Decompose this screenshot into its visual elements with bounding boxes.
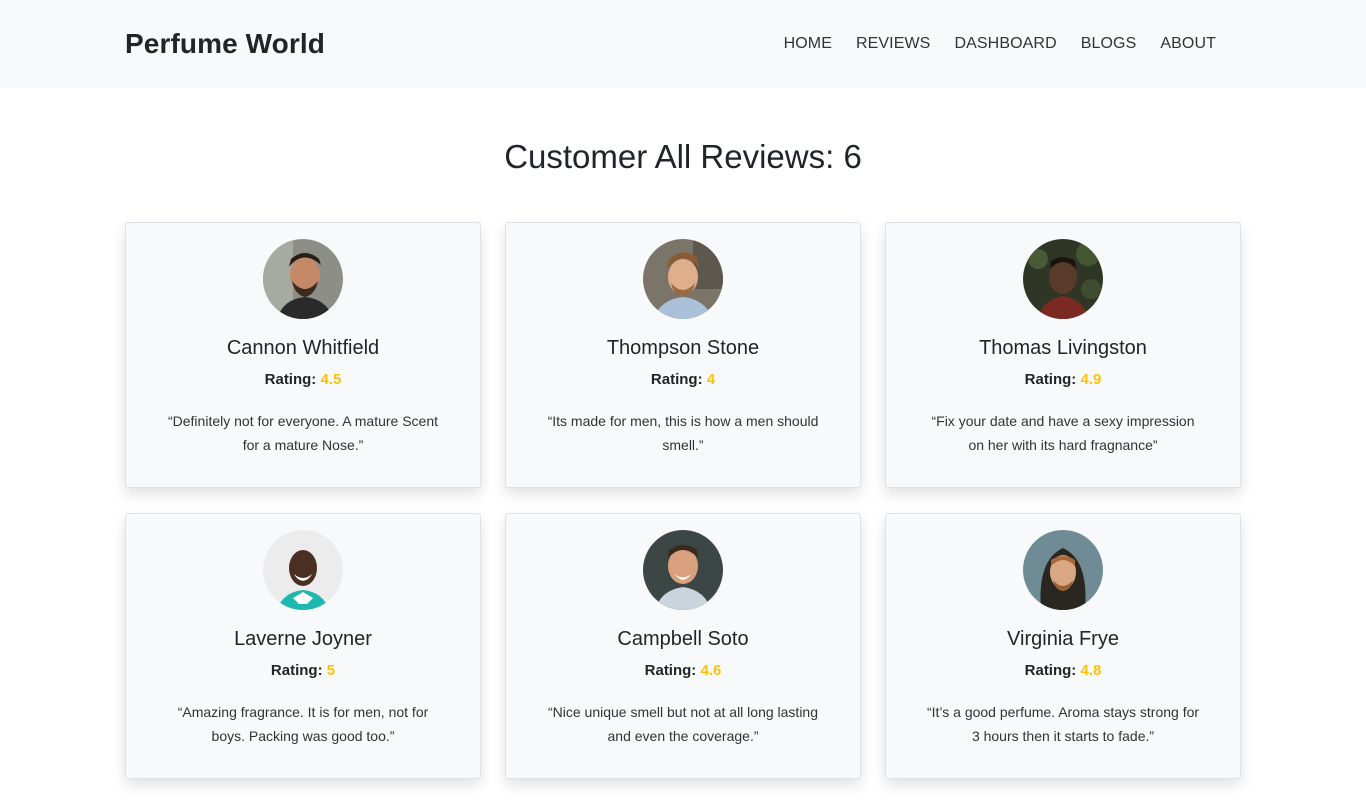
avatar (1023, 239, 1103, 319)
review-quote: “Amazing fragrance. It is for men, not f… (177, 704, 429, 744)
nav-link-home[interactable]: HOME (784, 35, 832, 53)
reviewer-name: Cannon Whitfield (226, 337, 380, 359)
avatar (1023, 530, 1103, 610)
review-quote: “Fix your date and have a sexy impressio… (931, 413, 1195, 453)
rating: Rating: 4.5 (126, 371, 480, 388)
rating-value: 4.5 (320, 371, 342, 388)
review-card: Thomas Livingston Rating: 4.9 “Fix your … (885, 222, 1241, 488)
rating-label: Rating: (270, 662, 323, 679)
rating: Rating: 4.9 (886, 371, 1240, 388)
brand-logo[interactable]: Perfume World (125, 28, 325, 60)
rating-value: 5 (326, 662, 336, 679)
rating: Rating: 4 (506, 371, 860, 388)
nav-link-dashboard[interactable]: DASHBOARD (954, 35, 1056, 53)
rating-label: Rating: (264, 371, 317, 388)
review-quote: “Definitely not for everyone. A mature S… (167, 413, 439, 453)
reviewer-name: Laverne Joyner (234, 628, 372, 650)
avatar (643, 530, 723, 610)
review-quote: “It’s a good perfume. Aroma stays strong… (926, 704, 1200, 744)
reviewer-name: Thomas Livingston (979, 337, 1147, 359)
rating-label: Rating: (650, 371, 703, 388)
reviewer-name: Virginia Frye (1007, 628, 1119, 650)
rating-value: 4.9 (1080, 371, 1102, 388)
rating: Rating: 4.8 (886, 662, 1240, 679)
review-card: Virginia Frye Rating: 4.8 “It’s a good p… (885, 513, 1241, 779)
rating-value: 4.6 (700, 662, 722, 679)
avatar (263, 530, 343, 610)
navbar: Perfume World HOME REVIEWS DASHBOARD BLO… (0, 0, 1366, 88)
reviewer-name: Thompson Stone (606, 337, 760, 359)
rating-label: Rating: (1024, 662, 1077, 679)
review-card: Cannon Whitfield Rating: 4.5 “Definitely… (125, 222, 481, 488)
page-title: Customer All Reviews: 6 (504, 138, 862, 175)
review-quote: “Nice unique smell but not at all long l… (547, 704, 819, 744)
nav-link-about[interactable]: ABOUT (1160, 35, 1216, 53)
nav-link-blogs[interactable]: BLOGS (1081, 35, 1137, 53)
reviews-grid: Cannon Whitfield Rating: 4.5 “Definitely… (125, 222, 1241, 779)
nav-link-reviews[interactable]: REVIEWS (856, 35, 931, 53)
reviewer-name: Campbell Soto (617, 628, 749, 650)
rating: Rating: 5 (126, 662, 480, 679)
review-card: Campbell Soto Rating: 4.6 “Nice unique s… (505, 513, 861, 779)
review-quote: “Its made for men, this is how a men sho… (547, 413, 819, 453)
rating-value: 4.8 (1080, 662, 1102, 679)
review-card: Laverne Joyner Rating: 5 “Amazing fragra… (125, 513, 481, 779)
avatar (263, 239, 343, 319)
rating: Rating: 4.6 (506, 662, 860, 679)
rating-value: 4 (706, 371, 716, 388)
nav-links: HOME REVIEWS DASHBOARD BLOGS ABOUT (784, 35, 1216, 53)
rating-label: Rating: (644, 662, 697, 679)
rating-label: Rating: (1024, 371, 1077, 388)
avatar (643, 239, 723, 319)
review-card: Thompson Stone Rating: 4 “Its made for m… (505, 222, 861, 488)
